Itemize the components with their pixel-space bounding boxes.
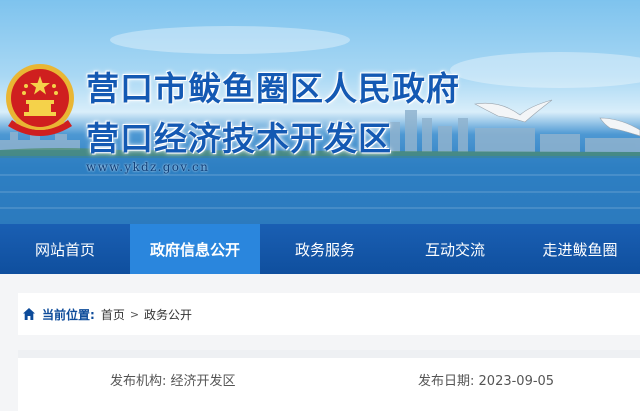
breadcrumb-label: 当前位置: [42, 307, 95, 322]
publisher-value: 经济开发区 [170, 374, 236, 389]
header-banner: 营口市鲅鱼圈区人民政府 营口经济技术开发区 www.ykdz.gov.cn [0, 0, 640, 224]
site-title-line-2: 营口经济技术开发区 [86, 119, 392, 158]
nav-item-home[interactable]: 网站首页 [0, 224, 130, 274]
nav-item-gov-services[interactable]: 政务服务 [260, 224, 390, 274]
home-icon [23, 308, 35, 320]
breadcrumb: 当前位置: 首页 > 政务公开 [18, 293, 640, 335]
breadcrumb-current[interactable]: 政务公开 [144, 306, 192, 323]
publish-date-value: 2023-09-05 [478, 374, 555, 389]
publish-date-label: 发布日期: [418, 374, 475, 389]
main-nav: 网站首页 政府信息公开 政务服务 互动交流 走进鲅鱼圈 [0, 224, 640, 274]
nav-item-interaction[interactable]: 互动交流 [390, 224, 520, 274]
publisher-label: 发布机构: [110, 374, 167, 389]
publish-date-info: 发布日期: 2023-09-05 [418, 370, 554, 389]
breadcrumb-home-link[interactable]: 首页 [101, 306, 125, 323]
article-meta-card: 发布机构: 经济开发区 发布日期: 2023-09-05 [18, 350, 640, 411]
site-url: www.ykdz.gov.cn [86, 160, 210, 174]
nav-item-gov-info[interactable]: 政府信息公开 [130, 224, 260, 274]
national-emblem-icon [6, 64, 74, 136]
breadcrumb-separator: > [129, 307, 140, 321]
nav-item-about[interactable]: 走进鲅鱼圈 [520, 224, 640, 274]
site-title-line-1: 营口市鲅鱼圈区人民政府 [86, 69, 460, 108]
publisher-info: 发布机构: 经济开发区 [110, 370, 236, 389]
